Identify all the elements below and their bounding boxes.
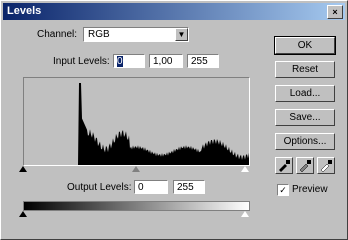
output-gradient xyxy=(23,201,250,211)
channel-label: Channel: xyxy=(37,29,78,40)
histogram xyxy=(23,77,250,166)
reset-button[interactable]: Reset xyxy=(275,61,335,78)
window-title: Levels xyxy=(7,5,42,17)
title-bar: Levels × xyxy=(3,3,345,20)
input-black-field[interactable]: 0 xyxy=(113,54,145,68)
chevron-down-icon[interactable]: ▼ xyxy=(175,28,188,41)
input-levels-label: Input Levels: xyxy=(53,56,110,67)
eyedropper-black-icon[interactable] xyxy=(275,157,293,174)
output-black-field[interactable]: 0 xyxy=(134,180,168,194)
output-levels-label: Output Levels: xyxy=(67,182,132,193)
input-black-slider[interactable] xyxy=(19,166,27,172)
input-gamma-field[interactable]: 1,00 xyxy=(149,54,183,68)
preview-checkbox[interactable]: ✓ xyxy=(277,184,289,196)
histogram-graph xyxy=(24,83,249,165)
input-white-slider[interactable] xyxy=(241,166,249,172)
levels-dialog: Levels × Channel: RGB ▼ Input Levels: 0 … xyxy=(0,0,348,240)
channel-value: RGB xyxy=(88,29,110,40)
save-button[interactable]: Save... xyxy=(275,109,335,126)
close-icon[interactable]: × xyxy=(327,5,343,19)
output-black-slider[interactable] xyxy=(19,211,27,217)
options-button[interactable]: Options... xyxy=(275,133,335,150)
eyedropper-gray-icon[interactable] xyxy=(296,157,314,174)
input-gamma-slider[interactable] xyxy=(132,166,140,172)
preview-label: Preview xyxy=(292,184,328,195)
output-white-slider[interactable] xyxy=(241,211,249,217)
ok-button[interactable]: OK xyxy=(274,36,336,55)
input-white-field[interactable]: 255 xyxy=(187,54,219,68)
load-button[interactable]: Load... xyxy=(275,85,335,102)
output-white-field[interactable]: 255 xyxy=(173,180,205,194)
histogram-bars xyxy=(24,83,249,165)
input-black-value: 0 xyxy=(117,56,123,67)
channel-select[interactable]: RGB ▼ xyxy=(83,27,189,42)
eyedropper-white-icon[interactable] xyxy=(317,157,335,174)
